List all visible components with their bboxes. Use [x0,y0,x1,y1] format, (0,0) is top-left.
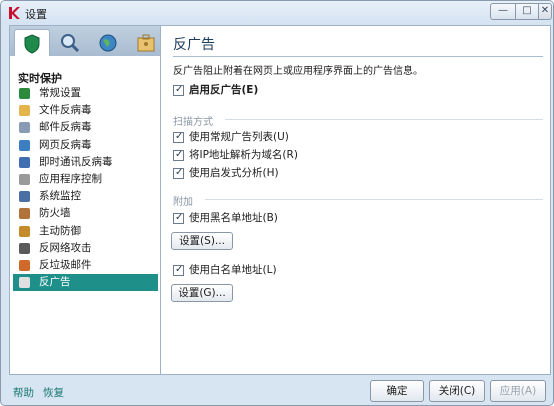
folder-icon [19,105,30,117]
sidebar-item-label: 防火墙 [39,207,71,220]
maximize-button[interactable]: □ [515,3,539,20]
window-title: 设置 [25,8,47,21]
checkbox-checked[interactable] [173,130,184,143]
scan-group-divider [225,119,543,120]
nav-section-title: 实时保护 [18,72,62,85]
tab-update[interactable] [90,29,126,56]
title-bar: 设置 — □ ✕ [1,1,553,25]
magnifier-icon [61,34,80,53]
panel-description: 反广告阻止附着在网页上或应用程序界面上的广告信息。 [173,66,423,77]
page-title: 反广告 [173,37,215,53]
sidebar-item-label: 文件反病毒 [39,104,92,117]
sidebar-item[interactable]: 系统监控 [13,188,158,205]
network-attack-icon [19,242,30,254]
sidebar-item-label: 网页反病毒 [39,138,92,151]
tab-scan[interactable] [52,29,88,56]
extra-group-label: 附加 [173,197,193,208]
spam-icon [19,259,30,271]
anti-banner-panel: 反广告 反广告阻止附着在网页上或应用程序界面上的广告信息。 启用反广告(E) 扫… [161,25,551,375]
help-link[interactable]: 帮助 [13,385,34,400]
monitor-icon [19,191,30,203]
sidebar-item[interactable]: 主动防御 [13,223,158,240]
anti-banner-icon [19,277,30,289]
restore-link[interactable]: 恢复 [43,385,64,400]
sidebar-item[interactable]: 邮件反病毒 [13,119,158,136]
tab-protection[interactable] [14,29,50,56]
checkbox-checked[interactable] [173,83,184,96]
chat-icon [19,156,30,168]
sidebar-item[interactable]: 网页反病毒 [13,137,158,154]
sidebar-item[interactable]: 反垃圾邮件 [13,257,158,274]
sidebar-item-label: 反垃圾邮件 [39,258,92,271]
checkbox-checked[interactable] [173,263,184,276]
settings-nav: 实时保护 常规设置文件反病毒邮件反病毒网页反病毒即时通讯反病毒 应用程序控制 系统监… [9,25,161,375]
sidebar-item[interactable]: 反广告 [13,274,158,292]
sidebar-item-label: 反网络攻击 [39,241,92,254]
sidebar-item[interactable]: 即时通讯反病毒 [13,154,158,171]
globe-icon [99,34,117,52]
firewall-icon [19,208,30,220]
sidebar-item[interactable]: 应用程序控制 [13,171,158,188]
settings-window: 设置 — □ ✕ 实时保护 常规设置 文件反病毒 邮件反病毒 网页反病毒 即时通… [0,0,554,406]
whitelist-settings-button[interactable]: 设置(G)... [171,284,233,302]
checkbox-checked[interactable] [173,211,184,224]
sidebar-item-label: 反广告 [39,276,71,289]
blacklist-settings-button[interactable]: 设置(S)... [171,232,233,250]
scan-group-label: 扫描方式 [173,117,213,128]
extra-group-divider [205,199,543,200]
sidebar-item-label: 系统监控 [39,190,81,203]
minimize-button[interactable]: — [490,3,516,20]
apply-button[interactable]: 应用(A) [490,380,546,402]
sidebar-item-label: 即时通讯反病毒 [39,155,113,168]
close-window-button[interactable]: ✕ [538,3,552,20]
shield-icon [19,88,30,99]
sidebar-item-label: 应用程序控制 [39,172,102,185]
sidebar-item[interactable]: 文件反病毒 [13,102,158,119]
shield-icon [24,34,40,54]
nav-list: 常规设置文件反病毒邮件反病毒网页反病毒即时通讯反病毒 应用程序控制 系统监控防火墙主… [13,85,158,292]
kaspersky-k-icon [9,7,20,19]
checkbox-checked[interactable] [173,148,184,161]
toolbox-icon [137,34,155,52]
sidebar-item[interactable]: 防火墙 [13,205,158,222]
sidebar-item[interactable]: 常规设置 [13,85,158,102]
tab-options[interactable] [128,29,164,56]
sidebar-item-label: 常规设置 [39,87,81,99]
title-divider [173,56,543,57]
close-button[interactable]: 关闭(C) [429,380,485,402]
checkbox-checked[interactable] [173,166,184,179]
mail-icon [19,122,30,134]
ok-button[interactable]: 确定 [370,380,424,402]
sidebar-item-label: 主动防御 [39,224,81,237]
nav-tab-bar [10,26,160,56]
globe-icon [19,139,30,151]
sidebar-item-label: 邮件反病毒 [39,121,92,134]
funnel-icon [19,173,30,185]
sidebar-item[interactable]: 反网络攻击 [13,240,158,257]
defense-icon [19,225,30,237]
